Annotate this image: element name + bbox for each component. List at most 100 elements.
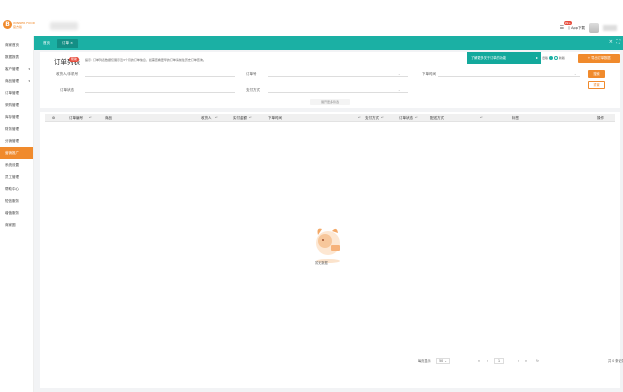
reset-button[interactable]: 重置 [588,81,605,89]
sort-icon: ▴▾ [480,116,483,119]
status-input[interactable] [85,87,235,93]
notice-text: 提示: 订单列表数据仅展示近3个月的订单信息，如需查看更早的订单请前往历史订单查… [85,58,206,62]
divider [40,108,620,112]
export-button[interactable]: + 导出订单数据 [578,54,620,63]
column-header[interactable]: 下单时间 ▴▾ [268,114,361,122]
column-header[interactable]: 订单状态 ▴▾ [399,114,418,122]
sort-icon: ▴▾ [215,116,218,119]
chevron-down-icon: ⌄ [398,88,401,92]
total-count: 共 0 条记录 [608,359,623,363]
order-no-select[interactable] [268,71,408,77]
sidebar-item-orders[interactable]: 订单管理 [0,87,33,99]
refresh-icon[interactable]: ↻ [536,357,539,365]
sidebar-item-reports[interactable]: 数据报表 [0,51,33,63]
hint-text: 了解更多关于订单的功能 [471,56,507,60]
sidebar-item-inventory[interactable]: 库存管理 [0,111,33,123]
first-page-button[interactable]: « [478,357,480,365]
chevron-down-icon: ⌄ [398,72,401,76]
sidebar-item-label: 系统设置 [5,163,19,167]
sidebar-item-help[interactable]: 帮助中心 [0,183,33,195]
column-header: 标签 [512,116,519,120]
sidebar-item-marketing[interactable]: 营销推广 [0,147,33,159]
filter-label-order-no: 订单号 [246,72,257,76]
filter-label-pay: 支付方式 [246,88,260,92]
pay-select[interactable] [268,87,408,93]
tab-bar: 首页 订单 × × ⛶ [34,36,623,50]
sidebar-item-distribution[interactable]: 分销管理 [0,135,33,147]
avatar[interactable] [589,23,599,33]
filter-label-receiver: 收货人/手机号 [56,72,79,76]
page-input[interactable]: 1 [494,358,504,364]
sidebar-item-label: 帮助中心 [5,187,19,191]
top-right-actions: ☰ 99+ ▯ App下载 [560,21,617,34]
help-badge[interactable]: 帮助 [69,57,80,62]
last-page-button[interactable]: » [525,357,527,365]
sidebar-item-label: 订单管理 [5,91,19,95]
sidebar-item-label: 库存管理 [5,115,19,119]
bell-icon[interactable]: ☰ 99+ [560,21,572,31]
column-header[interactable]: 订单编号 ▴▾ [69,114,92,122]
sidebar-item-home[interactable]: 商家首页 [0,39,33,51]
sidebar-item-finance[interactable]: 财务管理 [0,123,33,135]
chevron-down-icon: ▾ [28,79,30,83]
per-page-label: 每页显示 [418,359,431,363]
column-header: 操作 [597,116,604,120]
feature-hint-banner[interactable]: 了解更多关于订单的功能 ▸ [467,52,541,64]
messages-badge: 99+ [563,21,572,25]
time-select[interactable] [438,71,580,77]
column-header[interactable]: 实付金额 ▴▾ [233,114,252,122]
sidebar-item-label: 商家首页 [5,43,19,47]
table-header: ⚙ 订单编号 ▴▾ 商品 收货人 ▴▾ 实付金额 ▴▾ 下单时间 ▴▾ 支付方式 ▴▾ 订… [45,114,615,122]
logo[interactable]: B WINNER FOOD 官方版 [3,20,43,34]
sidebar: 商家首页 数据报表 客户管理 ▾ 商品管理 ▾ 订单管理 采购管理 库存管理 财务管… [0,36,34,392]
radio-on-icon[interactable] [548,56,553,60]
expand-icon[interactable]: ⛶ [616,39,620,45]
filter-label-status: 订单状态 [60,88,74,92]
settings-icon[interactable]: ⚙ [52,114,55,122]
receiver-input[interactable] [85,71,235,77]
sidebar-item-sms[interactable]: 短信服务 [0,195,33,207]
app: B WINNER FOOD 官方版 ☰ 99+ ▯ App下载 商家首页 数据报表… [0,0,623,392]
user-name-redacted[interactable] [603,25,617,31]
tab-current[interactable]: 订单 × [57,39,79,48]
logo-sub: 官方版 [13,25,23,29]
sidebar-item-label: 财务管理 [5,127,19,131]
sidebar-item-label: 营销推广 [5,151,19,155]
column-header: 商品 [105,116,112,120]
chevron-down-icon: ▾ [28,67,30,71]
column-header[interactable]: 支付方式 ▴▾ [365,114,384,122]
next-page-button[interactable]: › [518,357,519,365]
app-download-link[interactable]: ▯ App下载 [568,26,585,31]
expand-filters-toggle[interactable]: 展开更多筛选 [310,99,350,105]
sidebar-item-label: 商品管理 [5,79,19,83]
radio-off-icon[interactable] [553,56,558,60]
search-button[interactable]: 搜索 [588,70,605,78]
tab-home[interactable]: 首页 [38,39,55,48]
arrow-right-icon: ▸ [535,55,538,60]
logo-mark: B [3,20,12,29]
column-header[interactable]: 收货人 ▴▾ [201,114,218,122]
per-page-select[interactable]: 50 ⌄ [436,358,450,364]
sidebar-item-settings[interactable]: 系统设置 [0,159,33,171]
sidebar-item-products[interactable]: 商品管理 ▾ [0,75,33,87]
sort-icon: ▴▾ [381,116,384,119]
column-header[interactable]: 配送方式 ▴▾ [430,114,483,122]
sidebar-item-value-added[interactable]: 增值服务 [0,207,33,219]
app-download-label: App下载 [571,25,585,30]
sidebar-item-label: 数据报表 [5,55,19,59]
sidebar-item-circle[interactable]: 商家圈 [0,219,33,231]
sort-icon: ▴▾ [249,116,252,119]
sidebar-item-label: 分销管理 [5,139,19,143]
close-icon[interactable]: × [609,39,613,45]
sidebar-item-purchase[interactable]: 采购管理 [0,99,33,111]
empty-state-illustration [316,228,340,263]
version-switch[interactable]: 旧版 新版 [542,56,565,60]
sidebar-item-label: 员工管理 [5,175,19,179]
sidebar-item-staff[interactable]: 员工管理 [0,171,33,183]
prev-page-button[interactable]: ‹ [487,357,488,365]
sidebar-item-label: 短信服务 [5,199,19,203]
sort-icon: ▴▾ [415,116,418,119]
sidebar-item-customers[interactable]: 客户管理 ▾ [0,63,33,75]
content-panel: 订单列表 帮助 提示: 订单列表数据仅展示近3个月的订单信息，如需查看更早的订单… [40,52,623,388]
sort-icon: ▴▾ [358,116,361,119]
